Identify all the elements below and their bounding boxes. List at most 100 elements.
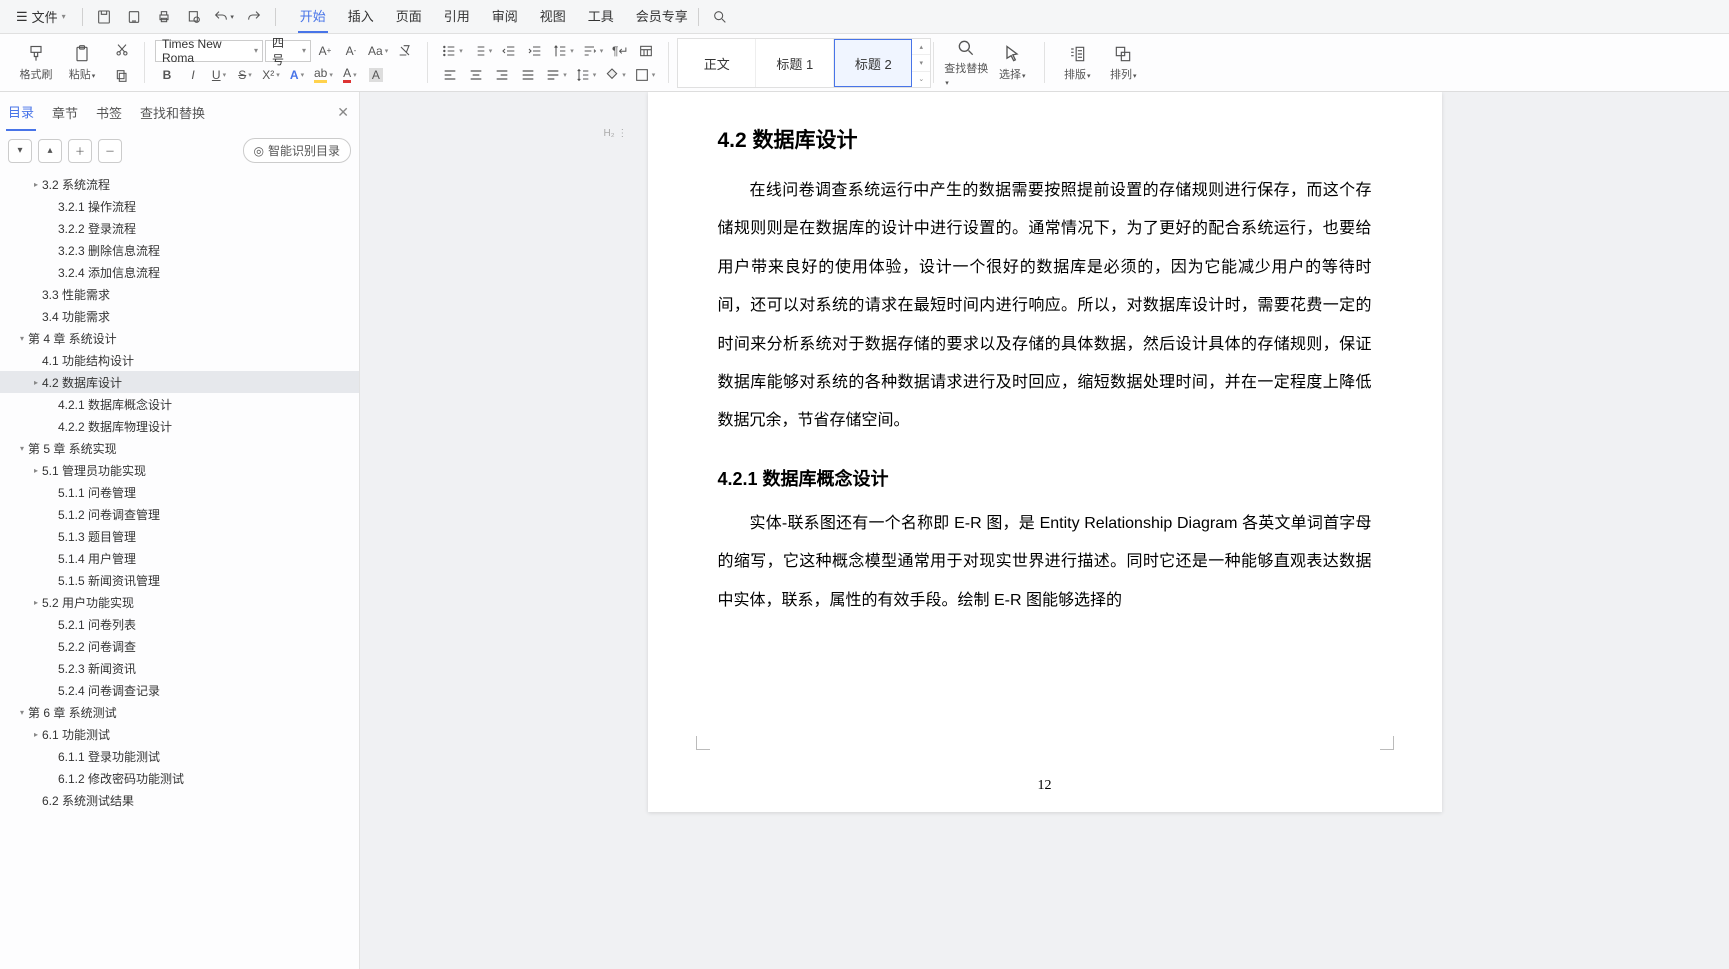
outline-item[interactable]: ▾第 5 章 系统实现 (0, 437, 359, 459)
outline-item[interactable]: 6.1.2 修改密码功能测试 (0, 767, 359, 789)
outline-item[interactable]: 4.2.1 数据库概念设计 (0, 393, 359, 415)
redo-icon[interactable] (241, 4, 267, 30)
paragraph-1[interactable]: 在线问卷调查系统运行中产生的数据需要按照提前设置的存储规则进行保存，而这个存储规… (718, 172, 1372, 441)
disclosure-icon[interactable]: ▾ (16, 334, 28, 343)
align-right-icon[interactable] (490, 64, 514, 86)
sort-icon[interactable]: ▾ (579, 40, 607, 62)
text-direction-icon[interactable]: ▾ (549, 40, 577, 62)
outline-item[interactable]: 5.1.1 问卷管理 (0, 481, 359, 503)
style-scroll-btn[interactable]: ⌄ (912, 72, 930, 87)
file-menu[interactable]: ☰ 文件 ▾ (8, 3, 74, 30)
outline-item[interactable]: ▸5.2 用户功能实现 (0, 591, 359, 613)
heading-4-2[interactable]: 4.2 数据库设计 (718, 124, 1372, 154)
font-color-icon[interactable]: A▾ (338, 64, 362, 86)
disclosure-icon[interactable]: ▸ (30, 466, 42, 475)
tab-引用[interactable]: 引用 (442, 0, 472, 33)
disclosure-icon[interactable]: ▸ (30, 378, 42, 387)
disclosure-icon[interactable]: ▾ (16, 444, 28, 453)
remove-icon[interactable]: － (98, 139, 122, 163)
sidebar-tab-3[interactable]: 查找和替换 (138, 95, 207, 130)
change-case-icon[interactable]: Aa▾ (365, 40, 391, 62)
outline-item[interactable]: 5.1.5 新闻资讯管理 (0, 569, 359, 591)
outline-item[interactable]: 3.4 功能需求 (0, 305, 359, 327)
align-justify-icon[interactable] (516, 64, 540, 86)
outline-item[interactable]: 5.1.3 题目管理 (0, 525, 359, 547)
outline-item[interactable]: 5.2.4 问卷调查记录 (0, 679, 359, 701)
show-marks-icon[interactable]: ¶↵ (608, 40, 632, 62)
sidebar-tab-1[interactable]: 章节 (50, 95, 80, 130)
document-canvas[interactable]: H₂ ⋮ 4.2 数据库设计 在线问卷调查系统运行中产生的数据需要按照提前设置的… (360, 92, 1729, 969)
outline-item[interactable]: 5.1.2 问卷调查管理 (0, 503, 359, 525)
increase-indent-icon[interactable] (523, 40, 547, 62)
distribute-icon[interactable]: ▾ (542, 64, 570, 86)
tab-审阅[interactable]: 审阅 (490, 0, 520, 33)
copy-icon[interactable] (110, 65, 134, 87)
select-button[interactable]: 选择▾ (990, 44, 1034, 82)
tab-页面[interactable]: 页面 (394, 0, 424, 33)
heading-4-2-1[interactable]: 4.2.1 数据库概念设计 (718, 465, 1372, 491)
font-name-combo[interactable]: Times New Roma (155, 40, 263, 62)
tab-会员专享[interactable]: 会员专享 (634, 0, 690, 33)
bullets-icon[interactable]: ▾ (438, 40, 466, 62)
outline-item[interactable]: 5.2.3 新闻资讯 (0, 657, 359, 679)
save-icon[interactable] (91, 4, 117, 30)
decrease-indent-icon[interactable] (497, 40, 521, 62)
outline-item[interactable]: 5.2.2 问卷调查 (0, 635, 359, 657)
style-scroll-btn[interactable]: ▾ (912, 55, 930, 71)
italic-icon[interactable]: I (181, 64, 205, 86)
page[interactable]: H₂ ⋮ 4.2 数据库设计 在线问卷调查系统运行中产生的数据需要按照提前设置的… (648, 92, 1442, 812)
smart-toc-button[interactable]: ◎ 智能识别目录 (243, 138, 352, 163)
outline-item[interactable]: ▸5.1 管理员功能实现 (0, 459, 359, 481)
outline-item[interactable]: 4.2.2 数据库物理设计 (0, 415, 359, 437)
highlight-icon[interactable]: ab▾ (311, 64, 336, 86)
sidebar-tab-0[interactable]: 目录 (6, 94, 36, 131)
outline-item[interactable]: 5.2.1 问卷列表 (0, 613, 359, 635)
collapse-down-icon[interactable]: ▾ (8, 139, 32, 163)
close-icon[interactable]: ✕ (337, 104, 349, 121)
style-0[interactable]: 正文 (678, 39, 756, 87)
outline-item[interactable]: 3.3 性能需求 (0, 283, 359, 305)
cut-icon[interactable] (110, 39, 134, 61)
undo-icon[interactable]: ▾ (211, 4, 237, 30)
style-2[interactable]: 标题 2 (834, 39, 912, 87)
outline-item[interactable]: 3.2.4 添加信息流程 (0, 261, 359, 283)
tab-开始[interactable]: 开始 (298, 0, 328, 33)
collapse-up-icon[interactable]: ▴ (38, 139, 62, 163)
style-1[interactable]: 标题 1 (756, 39, 834, 87)
shading-icon[interactable]: ▾ (601, 64, 629, 86)
strike-icon[interactable]: S▾ (233, 64, 257, 86)
format-painter-button[interactable]: 格式刷 (14, 44, 58, 82)
bold-icon[interactable]: B (155, 64, 179, 86)
outline-item[interactable]: 6.2 系统测试结果 (0, 789, 359, 811)
find-replace-button[interactable]: 查找替换▾ (944, 38, 988, 88)
outline-item[interactable]: 3.2.3 删除信息流程 (0, 239, 359, 261)
tab-工具[interactable]: 工具 (586, 0, 616, 33)
superscript-icon[interactable]: X²▾ (259, 64, 283, 86)
grow-font-icon[interactable]: A+ (313, 40, 337, 62)
paragraph-2[interactable]: 实体-联系图还有一个名称即 E-R 图，是 Entity Relationshi… (718, 505, 1372, 620)
print-icon[interactable] (151, 4, 177, 30)
outline-item[interactable]: ▾第 4 章 系统设计 (0, 327, 359, 349)
borders-icon[interactable]: ▾ (631, 64, 659, 86)
char-shading-icon[interactable]: A (364, 64, 388, 86)
tab-视图[interactable]: 视图 (538, 0, 568, 33)
disclosure-icon[interactable]: ▸ (30, 598, 42, 607)
sidebar-tab-2[interactable]: 书签 (94, 95, 124, 130)
outline-item[interactable]: 4.1 功能结构设计 (0, 349, 359, 371)
shrink-font-icon[interactable]: A- (339, 40, 363, 62)
numbering-icon[interactable]: ▾ (468, 40, 496, 62)
disclosure-icon[interactable]: ▾ (16, 708, 28, 717)
paste-button[interactable]: 粘贴▾ (60, 44, 104, 82)
print-preview-icon[interactable] (181, 4, 207, 30)
outline-item[interactable]: 3.2.1 操作流程 (0, 195, 359, 217)
underline-icon[interactable]: U▾ (207, 64, 231, 86)
outline-item[interactable]: 6.1.1 登录功能测试 (0, 745, 359, 767)
export-icon[interactable] (121, 4, 147, 30)
tab-插入[interactable]: 插入 (346, 0, 376, 33)
clear-format-icon[interactable] (393, 40, 417, 62)
font-size-combo[interactable]: 四号 (265, 40, 311, 62)
disclosure-icon[interactable]: ▸ (30, 730, 42, 739)
tabs-icon[interactable] (634, 40, 658, 62)
arrange-button[interactable]: 排列▾ (1101, 44, 1145, 82)
search-icon[interactable] (707, 4, 733, 30)
